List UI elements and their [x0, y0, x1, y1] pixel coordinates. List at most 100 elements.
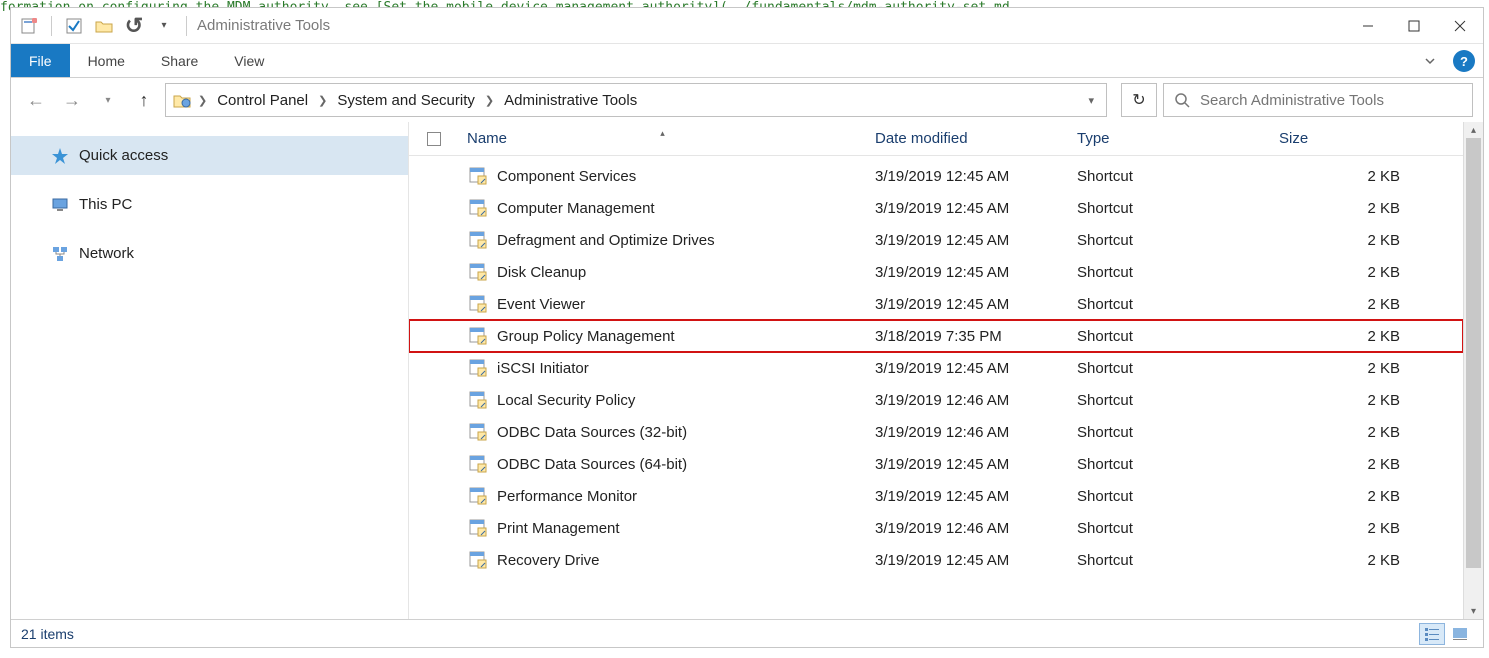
qat-dropdown-icon[interactable]: ▾ [152, 14, 176, 38]
status-bar: 21 items [11, 619, 1483, 647]
file-date: 3/19/2019 12:45 AM [867, 232, 1069, 249]
file-list: Name ▴ Date modified Type Size Component… [409, 122, 1463, 619]
shortcut-icon [467, 165, 489, 187]
explorer-window: ↻ ▾ Administrative Tools File Home Share… [10, 7, 1484, 648]
view-switcher [1419, 623, 1473, 645]
breadcrumb-part[interactable]: Administrative Tools [500, 90, 641, 111]
window-controls [1345, 11, 1483, 41]
shortcut-icon [467, 389, 489, 411]
scrollbar-thumb[interactable] [1466, 138, 1481, 568]
file-date: 3/19/2019 12:45 AM [867, 552, 1069, 569]
column-header-type[interactable]: Type [1069, 130, 1271, 147]
column-header-name[interactable]: Name ▴ [459, 130, 867, 147]
file-row[interactable]: Computer Management3/19/2019 12:45 AMSho… [409, 192, 1463, 224]
file-type: Shortcut [1069, 360, 1271, 377]
sidebar-item-network[interactable]: Network [11, 234, 408, 273]
undo-icon[interactable]: ↻ [122, 14, 146, 38]
file-name: ODBC Data Sources (32-bit) [497, 424, 687, 441]
separator [186, 16, 187, 36]
chevron-right-icon[interactable]: ❯ [483, 94, 496, 107]
file-date: 3/19/2019 12:45 AM [867, 264, 1069, 281]
file-row[interactable]: Performance Monitor3/19/2019 12:45 AMSho… [409, 480, 1463, 512]
file-row[interactable]: iSCSI Initiator3/19/2019 12:45 AMShortcu… [409, 352, 1463, 384]
address-dropdown-icon[interactable]: ▾ [1082, 94, 1100, 107]
file-size: 2 KB [1271, 232, 1431, 249]
file-type: Shortcut [1069, 296, 1271, 313]
folder-icon[interactable] [92, 14, 116, 38]
search-input[interactable] [1200, 92, 1462, 109]
ribbon-tabs: File Home Share View ? [11, 44, 1483, 78]
close-button[interactable] [1437, 11, 1483, 41]
select-all-checkbox[interactable] [409, 132, 459, 146]
file-size: 2 KB [1271, 520, 1431, 537]
up-button[interactable]: ↑ [129, 85, 159, 115]
file-name: Event Viewer [497, 296, 585, 313]
tab-home[interactable]: Home [70, 44, 143, 77]
tab-file[interactable]: File [11, 44, 70, 77]
file-row[interactable]: Group Policy Management3/18/2019 7:35 PM… [409, 320, 1463, 352]
column-header-date[interactable]: Date modified [867, 130, 1069, 147]
file-date: 3/19/2019 12:45 AM [867, 488, 1069, 505]
column-label: Name [467, 130, 507, 147]
properties-icon[interactable] [17, 14, 41, 38]
file-row[interactable]: Print Management3/19/2019 12:46 AMShortc… [409, 512, 1463, 544]
shortcut-icon [467, 325, 489, 347]
vertical-scrollbar[interactable]: ▴ ▾ [1463, 122, 1483, 619]
star-icon [51, 147, 69, 165]
scroll-up-icon[interactable]: ▴ [1464, 122, 1483, 138]
file-row[interactable]: Local Security Policy3/19/2019 12:46 AMS… [409, 384, 1463, 416]
file-row[interactable]: Defragment and Optimize Drives3/19/2019 … [409, 224, 1463, 256]
search-box[interactable] [1163, 83, 1473, 117]
item-count: 21 items [21, 626, 74, 642]
back-button[interactable]: ← [21, 85, 51, 115]
file-size: 2 KB [1271, 424, 1431, 441]
file-date: 3/19/2019 12:45 AM [867, 296, 1069, 313]
file-name: ODBC Data Sources (64-bit) [497, 456, 687, 473]
file-rows: Component Services3/19/2019 12:45 AMShor… [409, 156, 1463, 619]
file-row[interactable]: Component Services3/19/2019 12:45 AMShor… [409, 160, 1463, 192]
large-icons-view-button[interactable] [1447, 623, 1473, 645]
navigation-pane: Quick access This PC Network [11, 122, 409, 619]
scroll-down-icon[interactable]: ▾ [1464, 603, 1483, 619]
tab-view[interactable]: View [216, 44, 282, 77]
breadcrumb-part[interactable]: System and Security [333, 90, 479, 111]
file-row[interactable]: ODBC Data Sources (64-bit) 3/19/2019 12:4… [409, 448, 1463, 480]
file-row[interactable]: ODBC Data Sources (32-bit)3/19/2019 12:4… [409, 416, 1463, 448]
column-header-size[interactable]: Size [1271, 130, 1431, 147]
file-row[interactable]: Recovery Drive3/19/2019 12:45 AMShortcut… [409, 544, 1463, 576]
sidebar-item-label: This PC [79, 196, 132, 213]
chevron-right-icon[interactable]: ❯ [316, 94, 329, 107]
file-type: Shortcut [1069, 232, 1271, 249]
ribbon-collapse-icon[interactable] [1415, 44, 1445, 77]
file-row[interactable]: Event Viewer3/19/2019 12:45 AMShortcut2 … [409, 288, 1463, 320]
minimize-button[interactable] [1345, 11, 1391, 41]
address-bar[interactable]: ❯ Control Panel ❯ System and Security ❯ … [165, 83, 1107, 117]
forward-button[interactable]: → [57, 85, 87, 115]
chevron-right-icon[interactable]: ❯ [196, 94, 209, 107]
pc-icon [51, 196, 69, 214]
shortcut-icon [467, 453, 489, 475]
file-row[interactable]: Disk Cleanup3/19/2019 12:45 AMShortcut2 … [409, 256, 1463, 288]
shortcut-icon [467, 293, 489, 315]
sidebar-item-this-pc[interactable]: This PC [11, 185, 408, 224]
file-date: 3/19/2019 12:45 AM [867, 168, 1069, 185]
file-date: 3/19/2019 12:45 AM [867, 456, 1069, 473]
file-date: 3/19/2019 12:46 AM [867, 520, 1069, 537]
recent-locations-icon[interactable]: ▾ [93, 85, 123, 115]
help-button[interactable]: ? [1453, 50, 1475, 72]
search-icon [1174, 92, 1190, 108]
details-view-button[interactable] [1419, 623, 1445, 645]
breadcrumb-part[interactable]: Control Panel [213, 90, 312, 111]
column-headers: Name ▴ Date modified Type Size [409, 122, 1463, 156]
network-icon [51, 245, 69, 263]
sidebar-item-quick-access[interactable]: Quick access [11, 136, 408, 175]
file-size: 2 KB [1271, 488, 1431, 505]
maximize-button[interactable] [1391, 11, 1437, 41]
file-date: 3/18/2019 7:35 PM [867, 328, 1069, 345]
checkbox-icon[interactable] [62, 14, 86, 38]
file-name: Print Management [497, 520, 620, 537]
tab-share[interactable]: Share [143, 44, 216, 77]
refresh-button[interactable]: ↻ [1121, 83, 1157, 117]
file-size: 2 KB [1271, 456, 1431, 473]
file-size: 2 KB [1271, 392, 1431, 409]
